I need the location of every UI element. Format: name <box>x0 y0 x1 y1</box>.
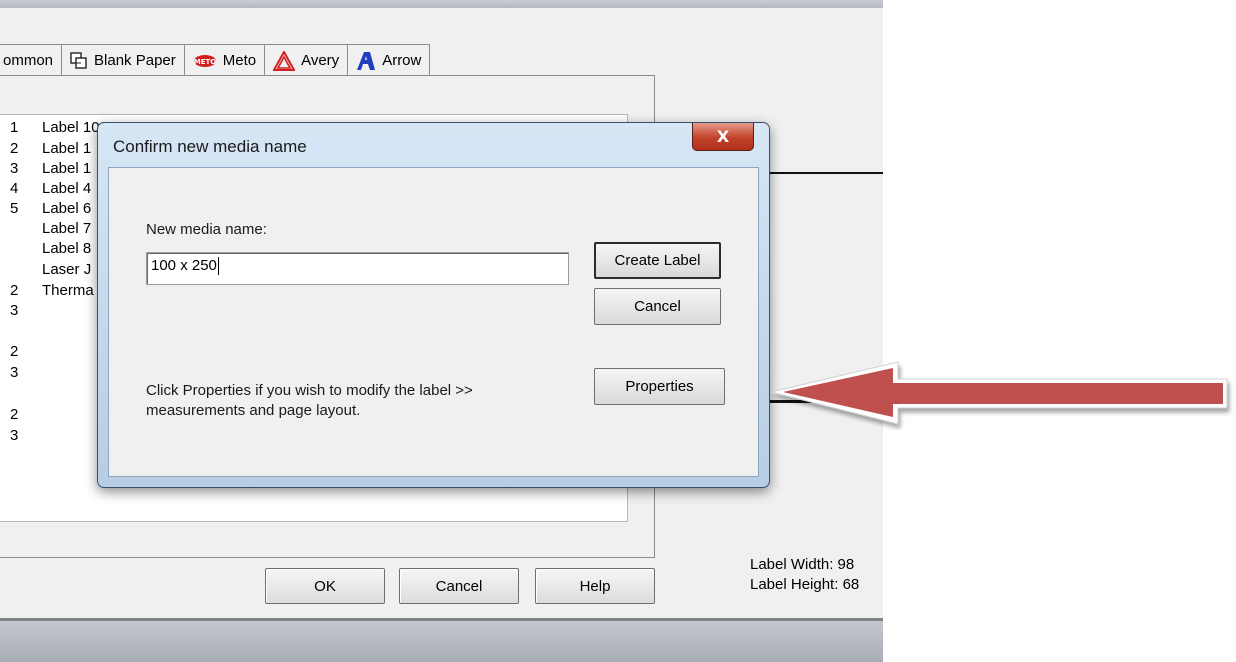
name-prompt-label: New media name: <box>146 221 267 238</box>
window-top-edge <box>0 0 883 8</box>
tab-label: ommon <box>3 52 54 69</box>
list-item-number: 3 <box>10 426 19 444</box>
tab-avery[interactable]: Avery <box>264 44 349 76</box>
tab-label: Arrow <box>382 52 422 69</box>
meto-icon: METO <box>193 54 217 68</box>
blank-paper-icon <box>70 51 88 70</box>
ok-button[interactable]: OK <box>265 568 385 604</box>
list-item-number: 2 <box>10 139 19 157</box>
media-name-input[interactable]: 100 x 250 <box>146 252 569 285</box>
tab-common[interactable]: ommon <box>0 44 63 76</box>
tab-label: Avery <box>301 52 340 69</box>
svg-text:METO: METO <box>194 58 217 66</box>
cancel-button[interactable]: Cancel <box>594 288 721 325</box>
tab-meto[interactable]: METO Meto <box>183 44 266 76</box>
tab-label: Meto <box>222 52 257 69</box>
text-caret <box>217 257 219 276</box>
media-tabs: ommon Blank Paper METO Meto Avery Arrow <box>0 40 431 76</box>
label-height-text: Label Height: 68 <box>750 576 860 593</box>
confirm-media-dialog: Confirm new media name X New media name:… <box>97 122 770 488</box>
avery-icon <box>273 50 296 71</box>
tab-label: Blank Paper <box>94 52 176 69</box>
dialog-body: New media name: 100 x 250 Create Label C… <box>108 167 759 477</box>
media-name-value: 100 x 250 <box>151 257 217 274</box>
cancel-button[interactable]: Cancel <box>399 568 519 604</box>
list-item-number: 2 <box>10 405 19 423</box>
list-item-number: 5 <box>10 199 19 217</box>
tab-arrow[interactable]: Arrow <box>347 44 431 76</box>
arrow-brand-icon <box>356 51 376 71</box>
tab-blank-paper[interactable]: Blank Paper <box>61 44 185 76</box>
list-item-number: 2 <box>10 342 19 360</box>
list-item-number: 3 <box>10 363 19 381</box>
red-pointer-arrow <box>770 361 1228 425</box>
dialog-title: Confirm new media name <box>113 137 307 156</box>
hint-text-line-2: measurements and page layout. <box>146 402 361 419</box>
close-icon[interactable]: X <box>692 123 754 151</box>
window-bottom-edge <box>0 618 883 662</box>
hint-text-line-1: Click Properties if you wish to modify t… <box>146 382 473 399</box>
list-item-number: 3 <box>10 301 19 319</box>
create-label-button[interactable]: Create Label <box>594 242 721 279</box>
properties-button[interactable]: Properties <box>594 368 725 405</box>
label-width-text: Label Width: 98 <box>750 556 855 573</box>
list-item-number: 4 <box>10 179 19 197</box>
help-button[interactable]: Help <box>535 568 655 604</box>
list-item-number: 3 <box>10 159 19 177</box>
list-item-number: 1 <box>10 118 19 136</box>
list-item-number: 2 <box>10 281 19 299</box>
